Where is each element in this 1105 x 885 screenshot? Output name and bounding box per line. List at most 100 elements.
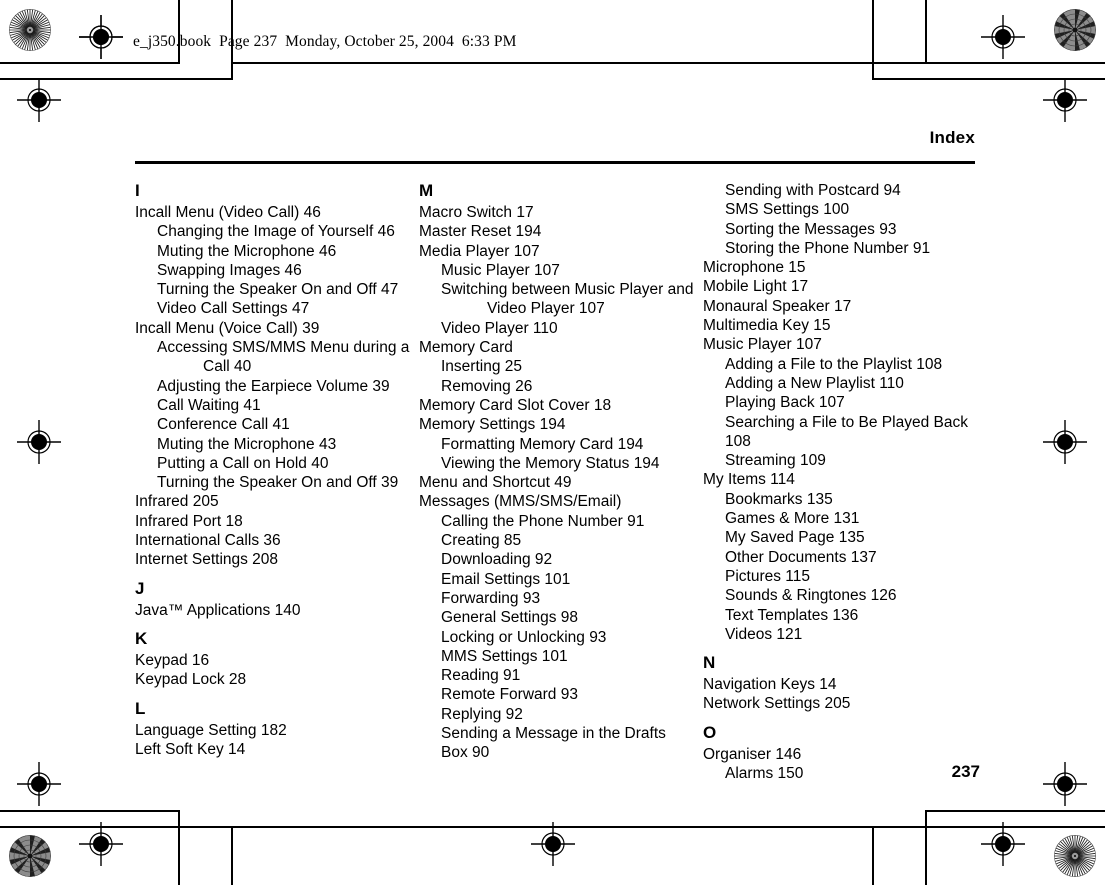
index-entry[interactable]: Media Player 107 [419,242,696,261]
index-columns: I Incall Menu (Video Call) 46 Changing the… [135,181,980,783]
index-subentry[interactable]: Searching a File to Be Played Back 108 [703,413,980,452]
index-entry[interactable]: Network Settings 205 [703,694,980,713]
index-subentry[interactable]: Sorting the Messages 93 [703,220,980,239]
index-entry[interactable]: Monaural Speaker 17 [703,297,980,316]
index-entry[interactable]: Keypad Lock 28 [135,670,412,689]
index-subentry[interactable]: Call Waiting 41 [135,396,412,415]
index-entry[interactable]: My Items 114 [703,470,980,489]
index-subentry[interactable]: Switching between Music Player and Video… [419,280,696,319]
index-subentry[interactable]: Downloading 92 [419,550,696,569]
index-entry[interactable]: Navigation Keys 14 [703,675,980,694]
index-entry[interactable]: Music Player 107 [703,335,980,354]
index-subentry[interactable]: Bookmarks 135 [703,490,980,509]
index-subentry[interactable]: Games & More 131 [703,509,980,528]
index-subentry[interactable]: Creating 85 [419,531,696,550]
index-subentry[interactable]: Text Templates 136 [703,606,980,625]
index-entry[interactable]: Macro Switch 17 [419,203,696,222]
registration-target-icon [981,15,1025,59]
index-letter-heading: J [135,578,145,598]
index-subentry[interactable]: Replying 92 [419,705,696,724]
star-target-icon [1054,9,1096,51]
index-subentry[interactable]: Adding a File to the Playlist 108 [703,355,980,374]
index-subentry[interactable]: Remote Forward 93 [419,685,696,704]
index-entry[interactable]: Mobile Light 17 [703,277,980,296]
index-subentry[interactable]: Video Call Settings 47 [135,299,412,318]
index-subentry[interactable]: MMS Settings 101 [419,647,696,666]
index-entry[interactable]: Incall Menu (Video Call) 46 [135,203,412,222]
index-subentry[interactable]: Muting the Microphone 43 [135,435,412,454]
index-subentry[interactable]: Storing the Phone Number 91 [703,239,980,258]
index-subentry[interactable]: Sounds & Ringtones 126 [703,586,980,605]
index-subentry[interactable]: My Saved Page 135 [703,528,980,547]
index-subentry[interactable]: Sending with Postcard 94 [703,181,980,200]
crop-mark-icon [178,0,180,64]
header-rule [135,161,975,164]
index-entry[interactable]: Left Soft Key 14 [135,740,412,759]
index-entry[interactable]: Multimedia Key 15 [703,316,980,335]
crop-mark-icon [925,62,1105,64]
index-letter-heading: O [703,722,717,742]
index-entry[interactable]: Menu and Shortcut 49 [419,473,696,492]
crop-mark-icon [872,0,874,80]
index-letter-heading: I [135,181,140,200]
index-entry[interactable]: Microphone 15 [703,258,980,277]
index-column: Sending with Postcard 94 SMS Settings 100… [703,181,980,783]
index-subentry[interactable]: Turning the Speaker On and Off 39 [135,473,412,492]
star-target-icon [9,835,51,877]
index-subentry[interactable]: Adding a New Playlist 110 [703,374,980,393]
index-entry[interactable]: Infrared Port 18 [135,512,412,531]
printed-page: e_j350.book Page 237 Monday, October 25,… [0,0,1105,885]
registration-target-icon [17,762,61,806]
index-subentry[interactable]: Forwarding 93 [419,589,696,608]
index-subentry[interactable]: Reading 91 [419,666,696,685]
index-entry[interactable]: Memory Card Slot Cover 18 [419,396,696,415]
index-entry[interactable]: Internet Settings 208 [135,550,412,569]
registration-target-icon [981,822,1025,866]
index-entry[interactable]: Memory Settings 194 [419,415,696,434]
index-entry[interactable]: Memory Card [419,338,696,357]
index-subentry[interactable]: Playing Back 107 [703,393,980,412]
crop-mark-icon [178,810,180,885]
index-letter-heading: M [419,181,434,200]
crop-mark-icon [0,810,180,812]
crop-mark-icon [233,62,925,64]
index-subentry[interactable]: Streaming 109 [703,451,980,470]
index-subentry[interactable]: Muting the Microphone 46 [135,242,412,261]
index-subentry[interactable]: Conference Call 41 [135,415,412,434]
registration-target-icon [17,78,61,122]
index-entry[interactable]: International Calls 36 [135,531,412,550]
index-subentry[interactable]: Inserting 25 [419,357,696,376]
index-subentry[interactable]: Calling the Phone Number 91 [419,512,696,531]
index-subentry[interactable]: Putting a Call on Hold 40 [135,454,412,473]
index-subentry[interactable]: Locking or Unlocking 93 [419,628,696,647]
index-subentry[interactable]: Other Documents 137 [703,548,980,567]
index-subentry[interactable]: Pictures 115 [703,567,980,586]
index-entry[interactable]: Messages (MMS/SMS/Email) [419,492,696,511]
index-entry[interactable]: Language Setting 182 [135,721,412,740]
index-subentry[interactable]: Email Settings 101 [419,570,696,589]
index-subentry[interactable]: Removing 26 [419,377,696,396]
index-subentry[interactable]: Adjusting the Earpiece Volume 39 [135,377,412,396]
index-subentry[interactable]: Music Player 107 [419,261,696,280]
index-subentry[interactable]: Formatting Memory Card 194 [419,435,696,454]
index-subentry[interactable]: Video Player 110 [419,319,696,338]
index-subentry[interactable]: Sending a Message in the Drafts Box 90 [419,724,696,763]
star-target-icon [9,9,51,51]
index-entry[interactable]: Incall Menu (Voice Call) 39 [135,319,412,338]
index-entry[interactable]: Master Reset 194 [419,222,696,241]
index-subentry[interactable]: Turning the Speaker On and Off 47 [135,280,412,299]
index-subentry[interactable]: Viewing the Memory Status 194 [419,454,696,473]
index-subentry[interactable]: SMS Settings 100 [703,200,980,219]
index-entry[interactable]: Keypad 16 [135,651,412,670]
star-target-icon [1054,835,1096,877]
book-file-header: e_j350.book Page 237 Monday, October 25,… [133,33,517,50]
index-entry[interactable]: Infrared 205 [135,492,412,511]
index-subentry[interactable]: Accessing SMS/MMS Menu during a Call 40 [135,338,412,377]
index-subentry[interactable]: Changing the Image of Yourself 46 [135,222,412,241]
registration-target-icon [1043,78,1087,122]
index-subentry[interactable]: Videos 121 [703,625,980,644]
index-subentry[interactable]: Swapping Images 46 [135,261,412,280]
crop-mark-icon [872,826,874,885]
index-subentry[interactable]: General Settings 98 [419,608,696,627]
index-entry[interactable]: Java™ Applications 140 [135,601,412,620]
